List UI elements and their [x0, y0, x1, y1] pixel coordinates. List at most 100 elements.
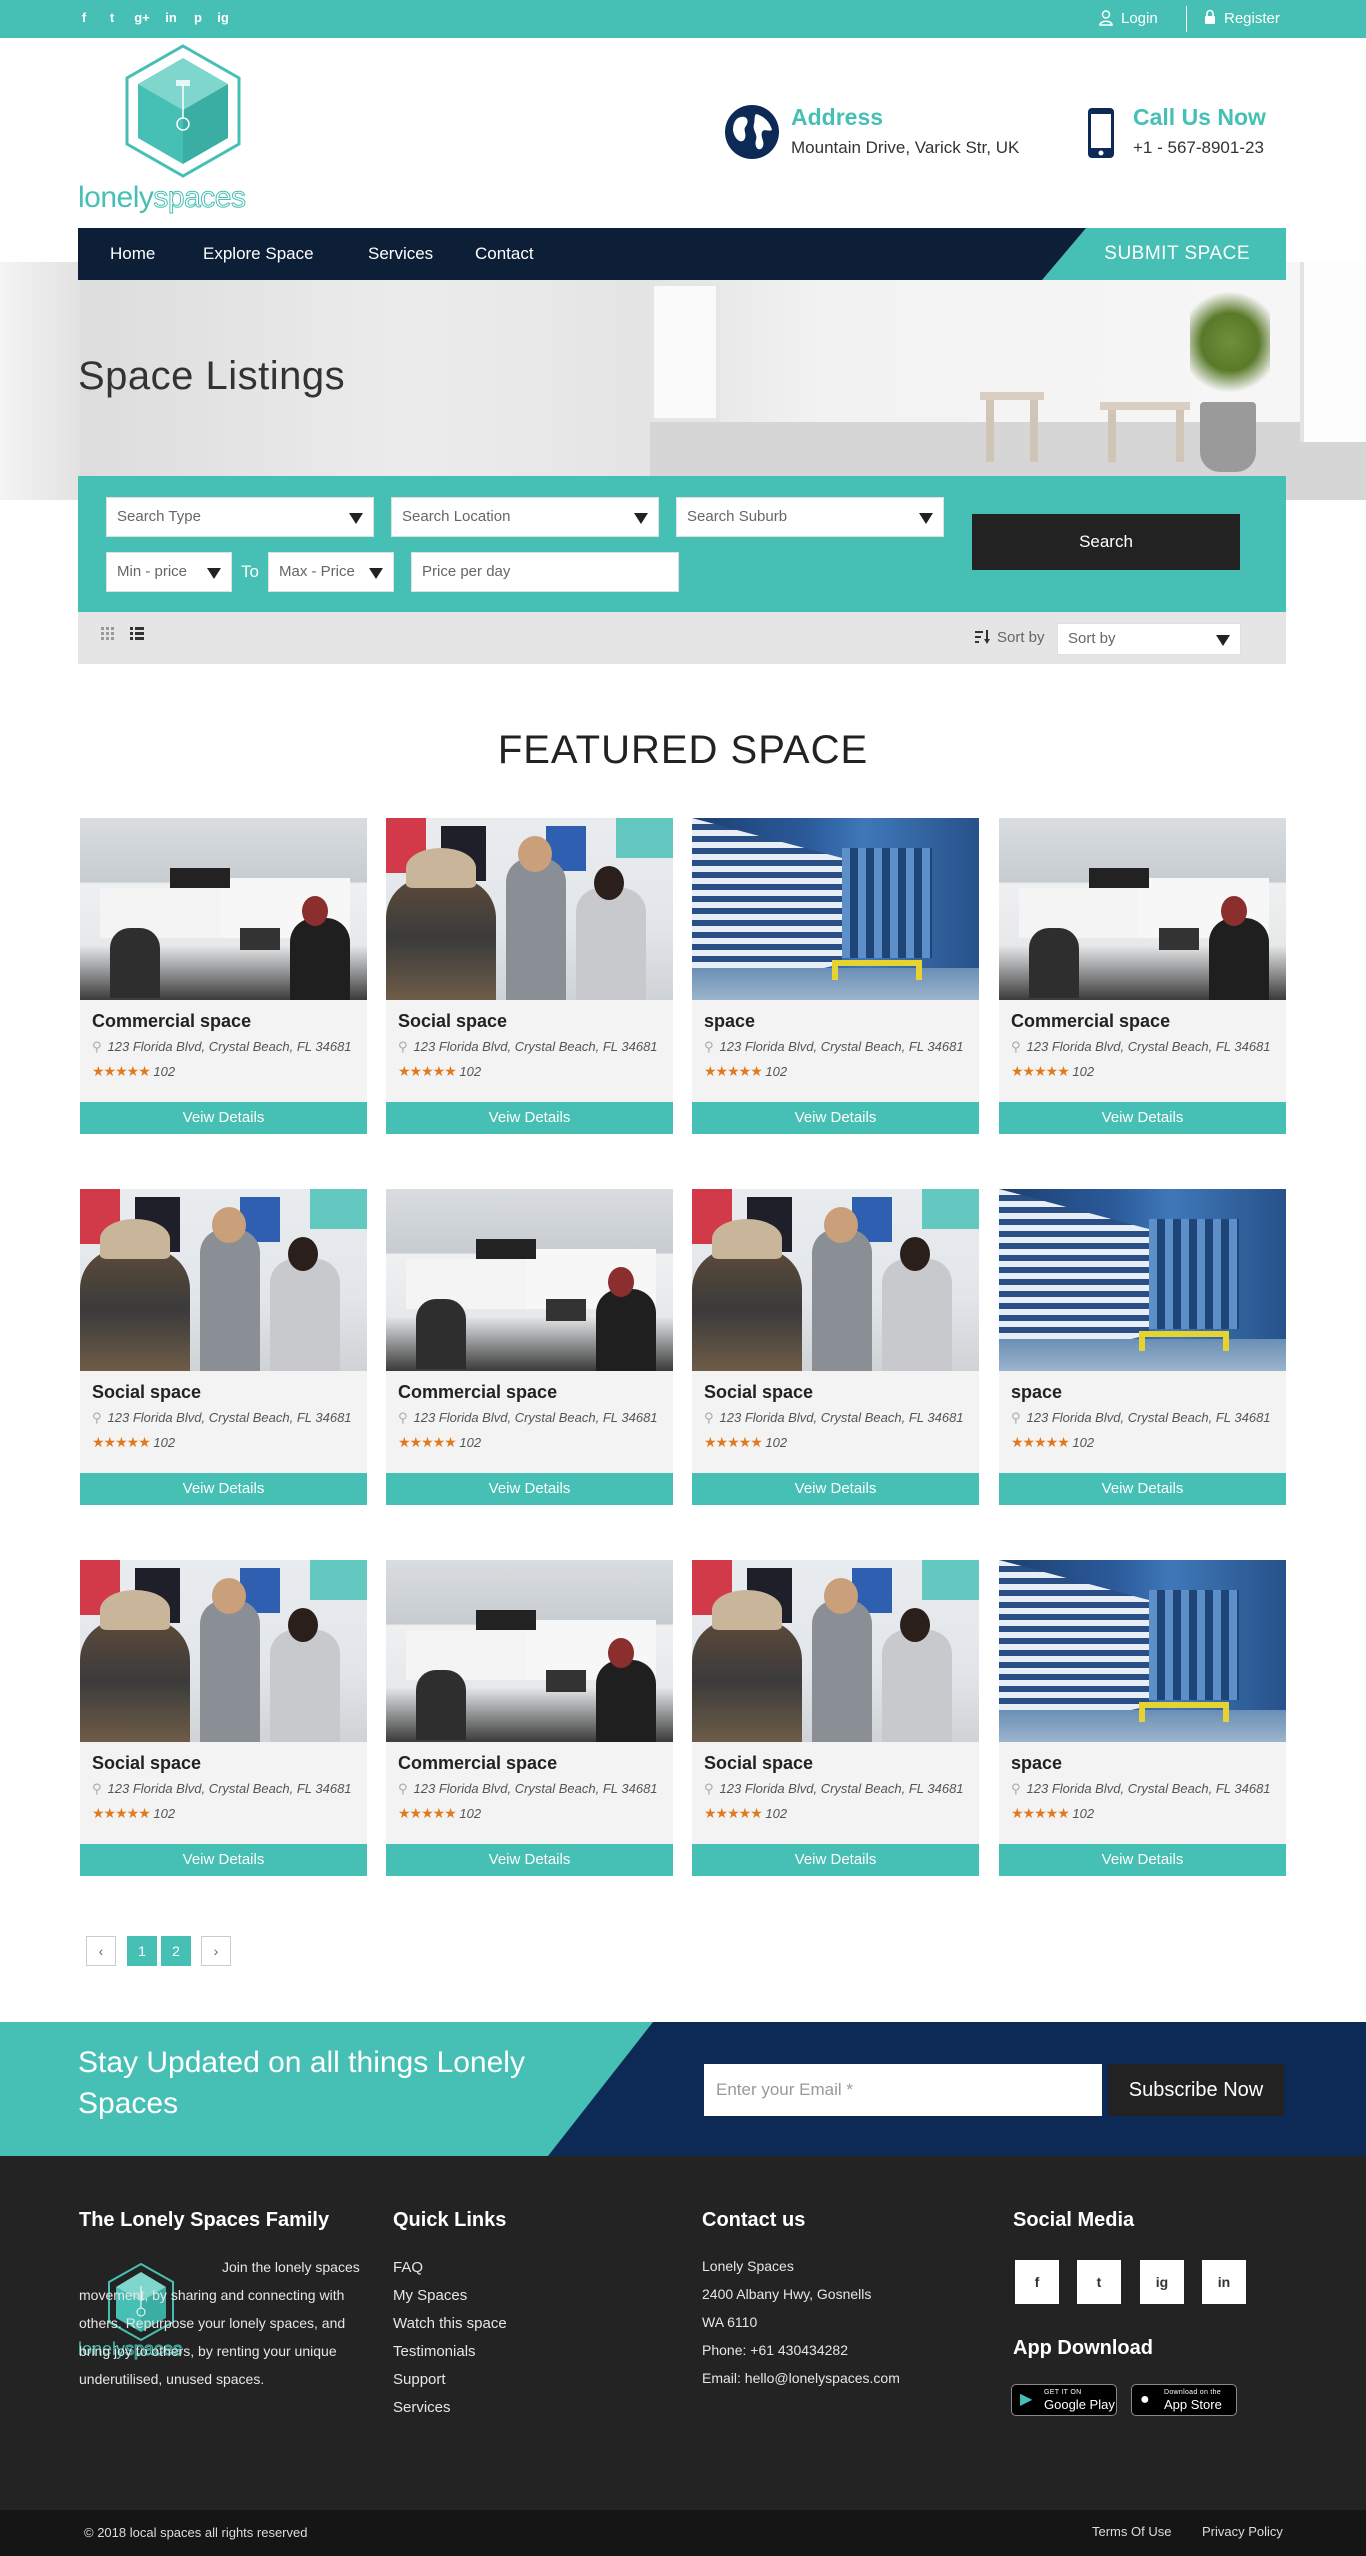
view-details-button[interactable]: Veiw Details	[692, 1844, 979, 1876]
twitter-icon[interactable]: t	[1077, 2260, 1121, 2304]
linkedin-icon[interactable]: in	[1202, 2260, 1246, 2304]
space-card[interactable]: Social space ⚲ 123 Florida Blvd, Crystal B…	[80, 1189, 367, 1505]
instagram-icon[interactable]: ig	[1140, 2260, 1184, 2304]
footer-link-watch[interactable]: Watch this space	[393, 2310, 507, 2338]
table-top	[1100, 402, 1190, 410]
pagination-page-2[interactable]: 2	[161, 1936, 191, 1966]
space-card-title[interactable]: space	[1011, 1381, 1062, 1403]
view-details-button[interactable]: Veiw Details	[999, 1102, 1286, 1134]
facebook-icon[interactable]: f	[76, 10, 92, 26]
view-details-button[interactable]: Veiw Details	[999, 1473, 1286, 1505]
register-link[interactable]: Register	[1224, 10, 1280, 28]
nav-services[interactable]: Services	[368, 228, 433, 280]
space-card-title[interactable]: Social space	[92, 1752, 201, 1774]
space-card-image[interactable]	[999, 1189, 1286, 1371]
google-plus-icon[interactable]: g+	[134, 10, 150, 26]
nav-contact[interactable]: Contact	[475, 228, 534, 280]
space-card-image[interactable]	[692, 1560, 979, 1742]
nav-explore-space[interactable]: Explore Space	[203, 228, 314, 280]
pagination-page-1[interactable]: 1	[127, 1936, 157, 1966]
search-button[interactable]: Search	[972, 514, 1240, 570]
space-card-rating: ★★★★★ 102	[398, 1433, 481, 1452]
google-play-button[interactable]: ▶ GET IT ON Google Play	[1011, 2384, 1117, 2416]
pagination-prev[interactable]: ‹	[86, 1936, 116, 1966]
space-card-title[interactable]: Social space	[398, 1010, 507, 1032]
footer-link-services[interactable]: Services	[393, 2394, 451, 2422]
space-card[interactable]: space ⚲ 123 Florida Blvd, Crystal Beach, F…	[692, 818, 979, 1134]
space-card[interactable]: Commercial space ⚲ 123 Florida Blvd, Cryst…	[386, 1189, 673, 1505]
space-card-title[interactable]: Commercial space	[398, 1752, 557, 1774]
footer-link-faq[interactable]: FAQ	[393, 2254, 423, 2282]
space-card[interactable]: Social space ⚲ 123 Florida Blvd, Crystal B…	[80, 1560, 367, 1876]
space-card-image[interactable]	[692, 818, 979, 1000]
space-card-title[interactable]: Commercial space	[1011, 1010, 1170, 1032]
space-card-reviews: 102	[459, 1806, 482, 1821]
view-details-button[interactable]: Veiw Details	[386, 1102, 673, 1134]
terms-link[interactable]: Terms Of Use	[1092, 2524, 1171, 2540]
space-card-image[interactable]	[80, 1189, 367, 1371]
space-card-image[interactable]	[692, 1189, 979, 1371]
footer-link-my-spaces[interactable]: My Spaces	[393, 2282, 467, 2310]
sort-select[interactable]: Sort by	[1057, 623, 1241, 655]
newsletter-email-input[interactable]: Enter your Email *	[704, 2064, 1102, 2116]
space-card-title[interactable]: Commercial space	[398, 1381, 557, 1403]
space-card-title[interactable]: Social space	[92, 1381, 201, 1403]
login-link[interactable]: Login	[1121, 10, 1158, 28]
view-details-button[interactable]: Veiw Details	[80, 1102, 367, 1134]
space-card-title[interactable]: space	[704, 1010, 755, 1032]
star-rating-icon: ★★★★★	[92, 1434, 151, 1450]
space-card-title[interactable]: Commercial space	[92, 1010, 251, 1032]
contact-email[interactable]: Email: hello@lonelyspaces.com	[702, 2364, 900, 2392]
nav-home[interactable]: Home	[110, 228, 155, 280]
app-store-button[interactable]: ● Download on the App Store	[1131, 2384, 1237, 2416]
twitter-icon[interactable]: t	[104, 10, 120, 26]
space-card[interactable]: Social space ⚲ 123 Florida Blvd, Crystal B…	[692, 1189, 979, 1505]
logo-wordmark[interactable]: lonelyspaces	[78, 180, 246, 216]
space-card-image[interactable]	[386, 1189, 673, 1371]
search-suburb-select[interactable]: Search Suburb	[676, 497, 944, 537]
space-card-image[interactable]	[386, 818, 673, 1000]
footer-link-testimonials[interactable]: Testimonials	[393, 2338, 476, 2366]
space-card-title[interactable]: Social space	[704, 1752, 813, 1774]
linkedin-icon[interactable]: in	[163, 10, 179, 26]
space-card[interactable]: space ⚲ 123 Florida Blvd, Crystal Beach, F…	[999, 1189, 1286, 1505]
space-card-image[interactable]	[999, 818, 1286, 1000]
space-card-image[interactable]	[386, 1560, 673, 1742]
space-card[interactable]: Commercial space ⚲ 123 Florida Blvd, Cryst…	[386, 1560, 673, 1876]
view-details-button[interactable]: Veiw Details	[692, 1473, 979, 1505]
space-card-image[interactable]	[999, 1560, 1286, 1742]
footer-link-support[interactable]: Support	[393, 2366, 446, 2394]
space-card[interactable]: Social space ⚲ 123 Florida Blvd, Crystal B…	[386, 818, 673, 1134]
facebook-icon[interactable]: f	[1015, 2260, 1059, 2304]
view-details-button[interactable]: Veiw Details	[386, 1473, 673, 1505]
view-details-button[interactable]: Veiw Details	[80, 1473, 367, 1505]
space-card-image[interactable]	[80, 818, 367, 1000]
subscribe-button[interactable]: Subscribe Now	[1108, 2064, 1284, 2116]
view-details-button[interactable]: Veiw Details	[80, 1844, 367, 1876]
sort-label: Sort by	[997, 629, 1045, 646]
instagram-icon[interactable]: ig	[215, 10, 231, 26]
pinterest-icon[interactable]: p	[190, 10, 206, 26]
list-view-icon[interactable]	[130, 627, 144, 641]
view-details-button[interactable]: Veiw Details	[692, 1102, 979, 1134]
search-type-select[interactable]: Search Type	[106, 497, 374, 537]
space-card[interactable]: Social space ⚲ 123 Florida Blvd, Crystal B…	[692, 1560, 979, 1876]
space-card-title[interactable]: Social space	[704, 1381, 813, 1403]
min-price-select[interactable]: Min - price	[106, 552, 232, 592]
max-price-select[interactable]: Max - Price	[268, 552, 394, 592]
logo-cube-icon[interactable]	[124, 44, 242, 178]
view-details-button[interactable]: Veiw Details	[386, 1844, 673, 1876]
search-location-select[interactable]: Search Location	[391, 497, 659, 537]
grid-view-icon[interactable]	[101, 627, 115, 641]
space-card[interactable]: space ⚲ 123 Florida Blvd, Crystal Beach, F…	[999, 1560, 1286, 1876]
space-card-title[interactable]: space	[1011, 1752, 1062, 1774]
privacy-link[interactable]: Privacy Policy	[1202, 2524, 1283, 2540]
view-details-button[interactable]: Veiw Details	[999, 1844, 1286, 1876]
space-card-image[interactable]	[80, 1560, 367, 1742]
pagination-next[interactable]: ›	[201, 1936, 231, 1966]
location-pin-icon: ⚲	[92, 1039, 102, 1054]
space-card[interactable]: Commercial space ⚲ 123 Florida Blvd, Cryst…	[999, 818, 1286, 1134]
price-per-day-input[interactable]: Price per day	[411, 552, 679, 592]
call-value: +1 - 567-8901-23	[1133, 138, 1264, 157]
space-card[interactable]: Commercial space ⚲ 123 Florida Blvd, Cryst…	[80, 818, 367, 1134]
